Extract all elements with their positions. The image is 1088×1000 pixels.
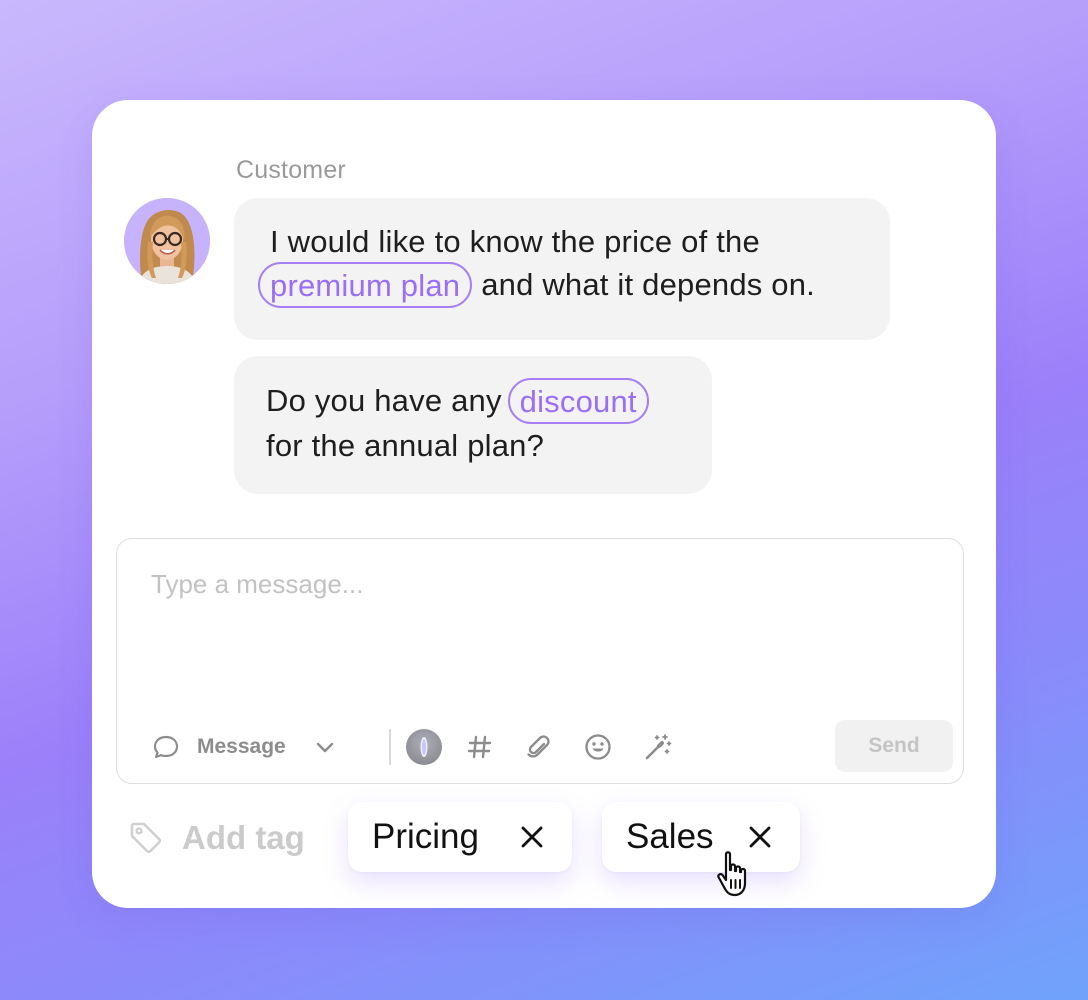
message-mode-selector[interactable]: Message	[197, 725, 286, 769]
tag-icon	[130, 822, 162, 854]
pointer-hand-cursor-icon	[717, 851, 747, 897]
tag-chip[interactable]: Pricing	[348, 802, 572, 872]
emoji-icon[interactable]	[581, 725, 615, 769]
magic-wand-icon[interactable]	[641, 725, 675, 769]
send-button[interactable]: Send	[835, 720, 953, 772]
customer-avatar	[124, 198, 210, 284]
tag-label: Sales	[626, 817, 714, 856]
highlighted-keyword[interactable]: discount	[507, 378, 649, 424]
sender-name: Customer	[236, 156, 346, 184]
message-line: for the annual plan?	[266, 424, 544, 468]
message-line: Do you have any discount	[266, 378, 649, 424]
add-tag-button[interactable]: Add tag	[128, 816, 305, 860]
message-composer: Message	[116, 538, 964, 784]
paperclip-icon[interactable]	[521, 725, 555, 769]
message-text: I would like to know the price of the	[270, 224, 760, 259]
message-input[interactable]	[151, 569, 911, 600]
chat-bubble-icon[interactable]	[151, 725, 181, 769]
add-tag-label: Add tag	[182, 819, 305, 856]
chevron-down-icon[interactable]	[311, 725, 339, 769]
message-line: I would like to know the price of the	[270, 220, 760, 264]
message-text: Do you have any	[266, 383, 502, 418]
tag-chip[interactable]: Sales	[602, 802, 800, 872]
highlighted-keyword[interactable]: premium plan	[258, 262, 473, 308]
close-icon[interactable]	[518, 823, 546, 851]
message-text: and what it depends on.	[481, 267, 815, 302]
ai-orb-icon[interactable]	[405, 725, 443, 769]
chat-card: Customer I would like to know the price …	[92, 100, 996, 908]
close-icon[interactable]	[746, 823, 774, 851]
hash-icon[interactable]	[463, 725, 497, 769]
tag-label: Pricing	[372, 817, 479, 856]
customer-avatar-image	[124, 198, 210, 284]
message-text: for the annual plan?	[266, 428, 545, 463]
message-bubble: Do you have any discount for the annual …	[234, 356, 712, 494]
message-line: premium plan and what it depends on.	[258, 262, 815, 308]
toolbar-divider	[389, 729, 391, 765]
message-bubble: I would like to know the price of the pr…	[234, 198, 890, 340]
